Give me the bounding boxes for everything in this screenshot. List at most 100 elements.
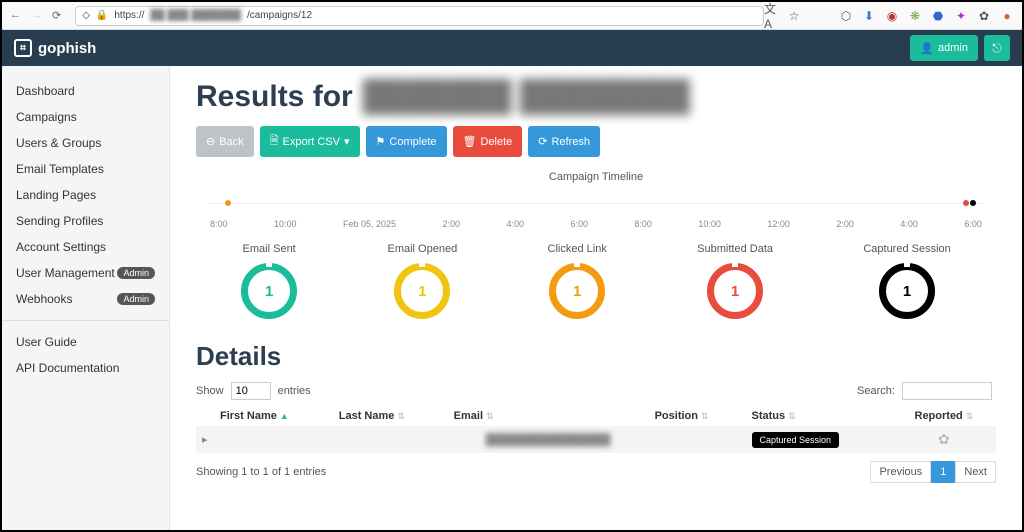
stat-ring: 1 xyxy=(241,263,297,319)
sidebar-item-landing-pages[interactable]: Landing Pages xyxy=(2,182,169,208)
stat-value: 1 xyxy=(573,283,581,300)
download-icon[interactable]: ⬇ xyxy=(862,9,876,23)
axis-tick: 12:00 xyxy=(767,219,790,229)
col-label: Position xyxy=(655,410,698,422)
axis-tick: 8:00 xyxy=(634,219,652,229)
browser-chrome: ← → ⟳ ◇ 🔒 https:// ██.███.███████ /campa… xyxy=(2,2,1022,30)
entries-input[interactable] xyxy=(231,382,271,400)
file-icon: 🗎 xyxy=(270,132,279,151)
lock-icon: 🔒 xyxy=(96,10,108,21)
stat-value: 1 xyxy=(265,283,273,300)
col-label: Status xyxy=(752,410,786,422)
sidebar-item-email-templates[interactable]: Email Templates xyxy=(2,156,169,182)
sort-icon: ⇅ xyxy=(788,411,796,421)
back-button[interactable]: ⊖Back xyxy=(196,126,254,157)
export-csv-button[interactable]: 🗎 Export CSV ▾ xyxy=(260,126,360,157)
entries-selector: Show entries xyxy=(196,382,311,400)
col-email[interactable]: Email⇅ xyxy=(448,406,649,426)
refresh-icon: ⟳ xyxy=(538,135,547,148)
stat-value: 1 xyxy=(731,283,739,300)
gear-icon[interactable]: ✿ xyxy=(938,431,950,447)
complete-button[interactable]: ⚑Complete xyxy=(366,126,447,157)
trash-icon: 🗑 xyxy=(463,135,477,148)
logout-icon: ⎋ xyxy=(992,41,1002,56)
extensions-icon[interactable]: ✿ xyxy=(977,9,991,23)
axis-tick: 4:00 xyxy=(900,219,918,229)
stat-label: Clicked Link xyxy=(548,243,607,255)
pocket-icon[interactable]: ⬡ xyxy=(839,9,853,23)
stat-clicked-link[interactable]: Clicked Link 1 xyxy=(548,243,607,319)
timeline-event-dot[interactable] xyxy=(970,200,976,206)
page-1[interactable]: 1 xyxy=(931,461,955,483)
sidebar-divider xyxy=(2,320,169,321)
search-input[interactable] xyxy=(902,382,992,400)
page-title: Results for ███████ ████████ xyxy=(196,80,996,114)
col-last-name[interactable]: Last Name⇅ xyxy=(333,406,448,426)
sidebar-item-account-settings[interactable]: Account Settings xyxy=(2,234,169,260)
axis-tick: 2:00 xyxy=(442,219,460,229)
shield-icon: ◇ xyxy=(82,10,90,21)
caret-down-icon: ▾ xyxy=(344,135,350,148)
stat-email-sent[interactable]: Email Sent 1 xyxy=(241,243,297,319)
sidebar-item-campaigns[interactable]: Campaigns xyxy=(2,104,169,130)
sidebar-item-sending-profiles[interactable]: Sending Profiles xyxy=(2,208,169,234)
stat-captured-session[interactable]: Captured Session 1 xyxy=(863,243,950,319)
col-reported[interactable]: Reported⇅ xyxy=(892,406,996,426)
stat-email-opened[interactable]: Email Opened 1 xyxy=(387,243,457,319)
label: Export CSV xyxy=(283,136,340,148)
stat-ring: 1 xyxy=(394,263,450,319)
ext-icon-2[interactable]: ❋ xyxy=(908,9,922,23)
label: Complete xyxy=(389,136,436,148)
sidebar-item-user-guide[interactable]: User Guide xyxy=(2,329,169,355)
sidebar: Dashboard Campaigns Users & Groups Email… xyxy=(2,66,170,530)
sort-icon: ⇅ xyxy=(486,411,494,421)
flag-icon: ⚑ xyxy=(376,135,386,148)
axis-tick: 2:00 xyxy=(836,219,854,229)
ext-icon-3[interactable]: ⬣ xyxy=(931,9,945,23)
sidebar-item-user-management[interactable]: User ManagementAdmin xyxy=(2,260,169,286)
nav-reload-icon[interactable]: ⟳ xyxy=(52,9,61,22)
sidebar-item-dashboard[interactable]: Dashboard xyxy=(2,78,169,104)
sort-asc-icon: ▲ xyxy=(280,411,289,421)
stat-label: Email Opened xyxy=(387,243,457,255)
ext-icon-4[interactable]: ✦ xyxy=(954,9,968,23)
sidebar-label: Webhooks xyxy=(16,292,72,306)
sort-icon: ⇅ xyxy=(701,411,709,421)
page-next[interactable]: Next xyxy=(955,461,996,483)
admin-user-button[interactable]: 👤 admin xyxy=(910,35,978,61)
user-icon: 👤 xyxy=(920,42,934,55)
logout-button[interactable]: ⎋ xyxy=(984,35,1010,61)
profile-icon[interactable]: ● xyxy=(1000,9,1014,23)
stat-ring: 1 xyxy=(879,263,935,319)
refresh-button[interactable]: ⟳Refresh xyxy=(528,126,600,157)
browser-toolbar-icons: 文A ☆ ⬡ ⬇ ◉ ❋ ⬣ ✦ ✿ ● xyxy=(764,9,1014,23)
brand-logo[interactable]: ⌗ gophish xyxy=(14,39,96,57)
sidebar-item-webhooks[interactable]: Webhooks Admin xyxy=(2,286,169,312)
sidebar-item-api-docs[interactable]: API Documentation xyxy=(2,355,169,381)
sidebar-label: Sending Profiles xyxy=(16,214,103,228)
email-redacted: ████████████████ xyxy=(486,434,611,446)
admin-badge: Admin xyxy=(117,293,155,305)
brand-text: gophish xyxy=(38,40,96,57)
col-status[interactable]: Status⇅ xyxy=(746,406,892,426)
timeline-event-dot[interactable] xyxy=(963,200,969,206)
table-row[interactable]: ▸ ████████████████ Captured Session ✿ xyxy=(196,426,996,453)
stat-submitted-data[interactable]: Submitted Data 1 xyxy=(697,243,773,319)
url-bar[interactable]: ◇ 🔒 https:// ██.███.███████ /campaigns/1… xyxy=(75,6,764,26)
sidebar-item-users-groups[interactable]: Users & Groups xyxy=(2,130,169,156)
sort-icon: ⇅ xyxy=(397,411,405,421)
nav-back-icon[interactable]: ← xyxy=(10,9,21,22)
translate-icon[interactable]: 文A xyxy=(764,9,778,23)
url-host-redacted: ██.███.███████ xyxy=(150,10,241,21)
expand-row-icon[interactable]: ▸ xyxy=(202,434,208,446)
delete-button[interactable]: 🗑Delete xyxy=(453,126,523,157)
col-position[interactable]: Position⇅ xyxy=(649,406,746,426)
col-first-name[interactable]: First Name▲ xyxy=(214,406,333,426)
star-icon[interactable]: ☆ xyxy=(787,9,801,23)
stat-label: Submitted Data xyxy=(697,243,773,255)
page-prev[interactable]: Previous xyxy=(870,461,931,483)
timeline-event-dot[interactable] xyxy=(225,200,231,206)
stat-ring: 1 xyxy=(707,263,763,319)
nav-fwd-icon[interactable]: → xyxy=(31,9,42,22)
ext-icon-1[interactable]: ◉ xyxy=(885,9,899,23)
